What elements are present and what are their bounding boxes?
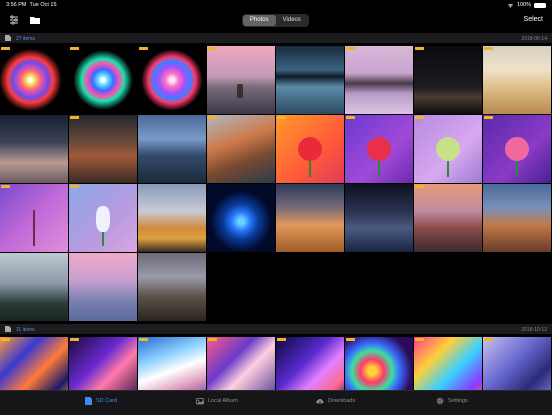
photo-thumbnail[interactable] [69, 46, 137, 114]
status-bar: 3:56 PM Tue Oct 15 100% [0, 0, 552, 10]
status-time: 3:56 PM Tue Oct 15 [6, 2, 57, 8]
select-button[interactable]: Select [524, 16, 543, 23]
photo-thumbnail[interactable] [207, 115, 275, 183]
format-badge [70, 185, 79, 188]
photo-thumbnail[interactable] [414, 46, 482, 114]
photo-thumbnail[interactable] [207, 184, 275, 252]
photo-thumbnail[interactable] [207, 46, 275, 114]
photo-thumbnail[interactable] [276, 115, 344, 183]
tab-settings[interactable]: Settings [436, 397, 468, 405]
tab-downloads[interactable]: Downloads [316, 397, 355, 405]
segment-photos[interactable]: Photos [243, 15, 276, 26]
format-badge [70, 47, 79, 50]
format-badge [1, 185, 10, 188]
format-badge [346, 338, 355, 341]
rock-shape [237, 84, 243, 98]
photo-thumbnail[interactable] [345, 46, 413, 114]
tab-label: Settings [448, 398, 468, 404]
format-badge [277, 116, 286, 119]
tab-label: Downloads [328, 398, 356, 404]
format-badge [1, 338, 10, 341]
photo-thumbnail[interactable] [483, 115, 551, 183]
sd-card-small-icon [5, 35, 11, 41]
photo-thumbnail[interactable] [69, 184, 137, 252]
section-item-count: 11 items [16, 326, 35, 333]
flower-bloom [298, 137, 322, 161]
photo-thumbnail[interactable] [276, 184, 344, 252]
tab-sd-card[interactable]: SD Card [84, 397, 117, 405]
photo-thumbnail[interactable] [0, 253, 68, 321]
flower-bloom [436, 137, 460, 161]
folder-icon[interactable] [30, 16, 40, 24]
format-badge [415, 116, 424, 119]
photo-thumbnail[interactable] [345, 115, 413, 183]
format-badge [484, 338, 493, 341]
tab-label: Local Album [208, 398, 238, 404]
photo-thumbnail[interactable] [345, 184, 413, 252]
format-badge [484, 47, 493, 50]
photo-album-icon [196, 398, 204, 405]
format-badge [139, 47, 148, 50]
battery-percent: 100% [516, 2, 531, 8]
wifi-icon [507, 3, 514, 8]
tab-label: SD Card [96, 398, 118, 404]
photo-thumbnail[interactable] [483, 184, 551, 252]
format-badge [70, 338, 79, 341]
photo-thumbnail[interactable] [414, 184, 482, 252]
filter-icon[interactable] [9, 15, 19, 25]
format-badge [346, 47, 355, 50]
cloud-download-icon [316, 398, 324, 404]
media-type-segmented-control: Photos Videos [242, 14, 309, 27]
top-navigation: Photos Videos Select [0, 10, 552, 32]
photo-grid [0, 46, 551, 321]
section-date: 2018-06-14 [521, 35, 547, 42]
format-badge [415, 185, 424, 188]
sd-card-icon [85, 397, 92, 405]
photo-thumbnail[interactable] [69, 253, 137, 321]
status-date: Tue Oct 15 [29, 2, 57, 8]
sd-card-small-icon [5, 326, 11, 332]
format-badge [1, 47, 10, 50]
format-badge [208, 47, 217, 50]
photo-thumbnail[interactable] [0, 115, 68, 183]
format-badge [139, 338, 148, 341]
photo-thumbnail[interactable] [483, 46, 551, 114]
format-badge [415, 338, 424, 341]
gear-icon [436, 397, 444, 405]
format-badge [277, 338, 286, 341]
segment-videos[interactable]: Videos [276, 15, 309, 26]
section-date: 2018-10-12 [521, 326, 547, 333]
flower-stem [33, 210, 35, 246]
photo-thumbnail[interactable] [0, 46, 68, 114]
photo-thumbnail[interactable] [0, 184, 68, 252]
section-header: 11 items 2018-10-12 [0, 324, 552, 334]
format-badge [70, 116, 79, 119]
format-badge [415, 47, 424, 50]
bottom-tab-bar: SD Card Local Album Downloads Settings [0, 390, 552, 415]
section-header: 27 items 2018-06-14 [0, 33, 552, 43]
photo-thumbnail[interactable] [138, 253, 206, 321]
format-badge [208, 338, 217, 341]
photo-thumbnail[interactable] [138, 46, 206, 114]
status-right: 100% [507, 2, 546, 8]
flower-bloom [96, 206, 110, 232]
photo-thumbnail[interactable] [276, 46, 344, 114]
photo-thumbnail[interactable] [138, 115, 206, 183]
section-item-count: 27 items [16, 35, 35, 42]
flower-bloom [367, 137, 391, 161]
format-badge [346, 116, 355, 119]
photo-thumbnail[interactable] [138, 184, 206, 252]
format-badge [484, 116, 493, 119]
battery-icon [534, 2, 546, 8]
photo-thumbnail[interactable] [414, 115, 482, 183]
format-badge [208, 116, 217, 119]
tab-local-album[interactable]: Local Album [196, 397, 238, 405]
photo-thumbnail[interactable] [69, 115, 137, 183]
flower-bloom [505, 137, 529, 161]
